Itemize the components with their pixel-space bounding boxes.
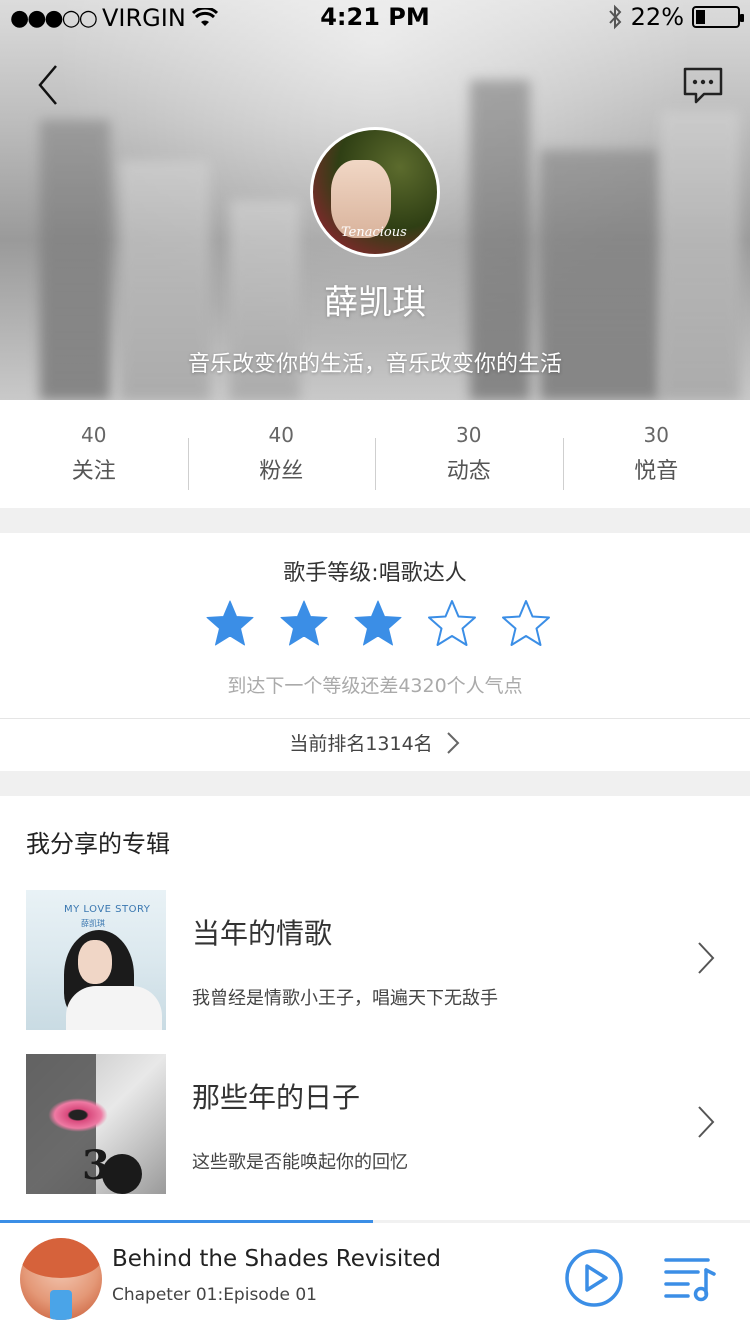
star-empty-icon	[502, 600, 550, 646]
stat-value: 40	[268, 423, 294, 447]
battery-icon	[692, 6, 744, 28]
status-right: 22%	[607, 3, 744, 31]
status-bar: ●●●○○ VIRGIN 4:21 PM 22%	[0, 0, 750, 40]
battery-percent: 22%	[630, 3, 684, 31]
cover-eye	[48, 1098, 108, 1132]
level-hint: 到达下一个等级还差4320个人气点	[227, 675, 523, 697]
album-title: 那些年的日子	[192, 1081, 361, 1114]
album-item[interactable]: 3 那些年的日子 这些歌是否能唤起你的回忆	[0, 1054, 750, 1196]
artwork-hair	[20, 1238, 102, 1278]
battery-fill	[696, 10, 705, 24]
track-subtitle: Chapeter 01:Episode 01	[112, 1285, 317, 1305]
stat-label: 动态	[446, 459, 491, 484]
artwork-can	[50, 1290, 72, 1320]
shared-albums-section: 我分享的专辑 MY LOVE STORY 薛凯琪 当年的情歌 我曾经是情歌小王子…	[0, 796, 750, 1220]
progress-track[interactable]	[0, 1220, 750, 1223]
album-item[interactable]: MY LOVE STORY 薛凯琪 当年的情歌 我曾经是情歌小王子，唱遍天下无敌…	[0, 890, 750, 1032]
track-title: Behind the Shades Revisited	[112, 1246, 441, 1272]
album-cover: 3	[26, 1054, 166, 1194]
album-title: 当年的情歌	[192, 917, 333, 950]
section-title: 我分享的专辑	[26, 830, 170, 858]
stat-music[interactable]: 30 悦音	[562, 400, 750, 508]
star-filled-icon	[206, 600, 254, 646]
play-icon[interactable]	[564, 1248, 624, 1308]
album-desc: 这些歌是否能唤起你的回忆	[192, 1152, 408, 1173]
stat-label: 关注	[71, 459, 116, 484]
playlist-icon[interactable]	[664, 1254, 716, 1302]
star-filled-icon	[280, 600, 328, 646]
cover-subtitle: 薛凯琪	[81, 919, 105, 928]
star-empty-icon	[428, 600, 476, 646]
rank-text: 当前排名1314名	[289, 733, 433, 755]
profile-header: ●●●○○ VIRGIN 4:21 PM 22% Tenacious 薛凯琪 音…	[0, 0, 750, 400]
cover-number: 3	[82, 1142, 110, 1189]
mini-player[interactable]: Behind the Shades Revisited Chapeter 01:…	[0, 1220, 750, 1334]
user-bio: 音乐改变你的生活，音乐改变你的生活	[187, 352, 562, 377]
bluetooth-icon	[608, 4, 622, 30]
track-artwork	[20, 1238, 102, 1320]
level-title: 歌手等级:唱歌达人	[283, 561, 467, 586]
stats-bar: 40 关注 40 粉丝 30 动态 30 悦音	[0, 400, 750, 508]
chevron-right-icon	[698, 1106, 715, 1138]
stat-label: 悦音	[634, 459, 679, 484]
stat-value: 30	[456, 423, 482, 447]
back-icon[interactable]	[30, 60, 70, 110]
stat-value: 30	[643, 423, 669, 447]
stat-fans[interactable]: 40 粉丝	[187, 400, 376, 508]
chevron-right-icon	[698, 942, 715, 974]
progress-fill	[0, 1220, 373, 1223]
album-cover: MY LOVE STORY 薛凯琪	[26, 890, 166, 1030]
stat-label: 粉丝	[259, 459, 304, 484]
avatar-caption: Tenacious	[341, 225, 407, 240]
star-filled-icon	[354, 600, 402, 646]
chevron-right-icon	[446, 731, 460, 754]
cover-title: MY LOVE STORY	[64, 904, 151, 915]
avatar[interactable]: Tenacious	[310, 127, 440, 257]
cover-face	[78, 940, 112, 984]
user-name: 薛凯琪	[324, 283, 426, 323]
rank-link[interactable]: 当前排名1314名	[0, 729, 750, 756]
level-stars	[204, 598, 552, 650]
album-desc: 我曾经是情歌小王子，唱遍天下无敌手	[192, 988, 498, 1009]
stat-following[interactable]: 40 关注	[0, 400, 188, 508]
stat-value: 40	[81, 423, 107, 447]
stat-posts[interactable]: 30 动态	[375, 400, 563, 508]
message-icon[interactable]	[682, 66, 724, 106]
singer-level-card: 歌手等级:唱歌达人 到达下一个等级还差4320个人气点 当前排名1314名	[0, 533, 750, 771]
divider	[0, 718, 750, 719]
cover-body	[66, 986, 162, 1030]
